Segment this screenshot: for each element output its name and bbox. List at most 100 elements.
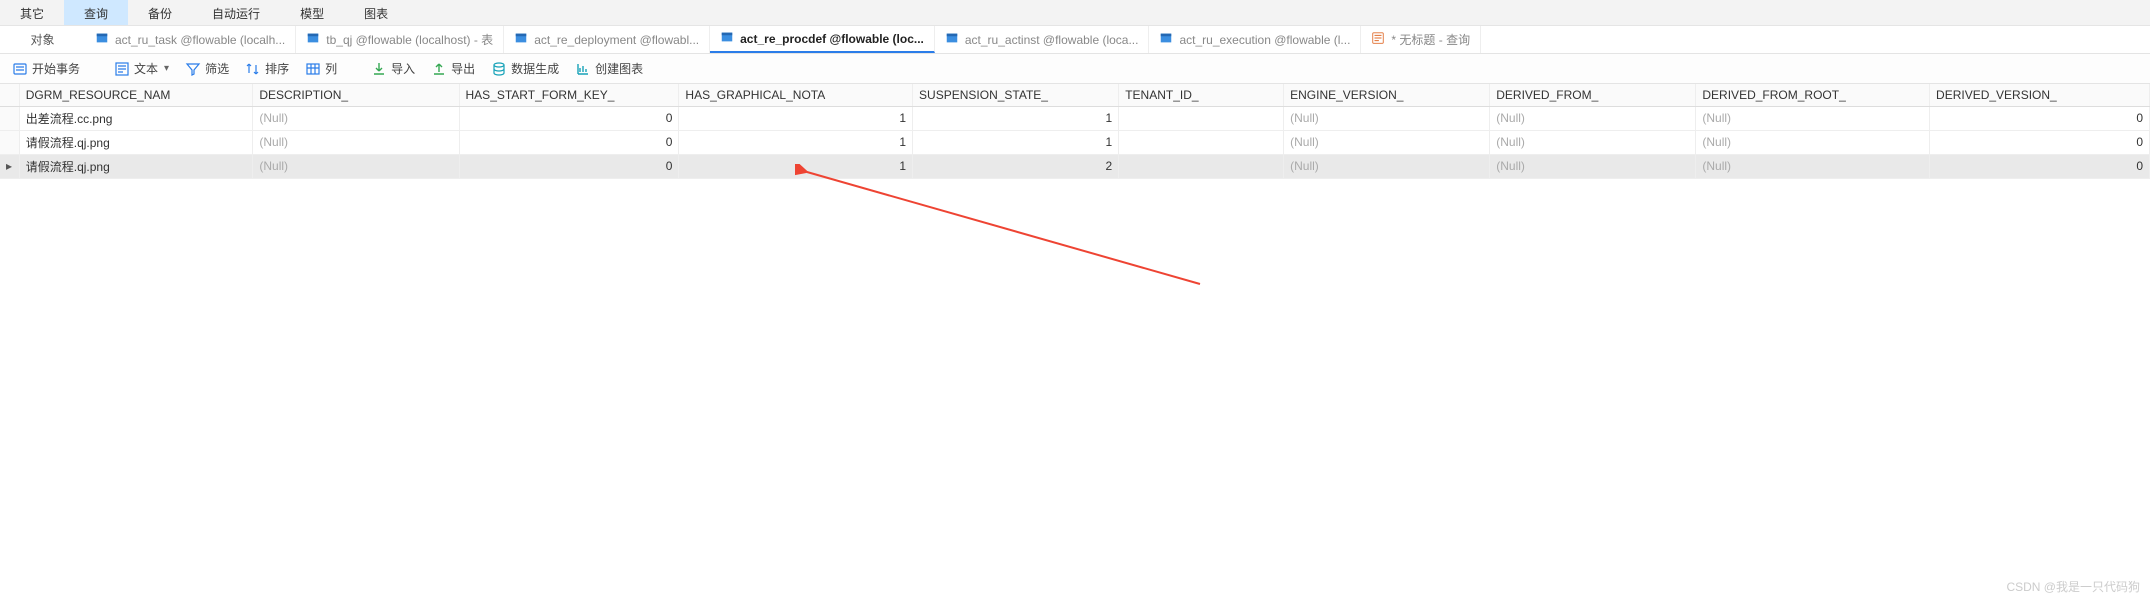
sort-button[interactable]: 排序 bbox=[241, 58, 293, 79]
text-button[interactable]: 文本 ▾ bbox=[110, 58, 173, 79]
cell[interactable]: 1 bbox=[913, 130, 1119, 154]
data-grid[interactable]: DGRM_RESOURCE_NAMDESCRIPTION_HAS_START_F… bbox=[0, 84, 2150, 179]
cell[interactable]: (Null) bbox=[253, 106, 459, 130]
import-icon bbox=[371, 61, 387, 77]
column-header[interactable]: DERIVED_VERSION_ bbox=[1930, 84, 2150, 106]
column-header[interactable]: TENANT_ID_ bbox=[1119, 84, 1284, 106]
cell[interactable]: 0 bbox=[459, 106, 679, 130]
import-label: 导入 bbox=[391, 60, 415, 77]
menu-item-4[interactable]: 模型 bbox=[280, 0, 344, 25]
cell[interactable]: (Null) bbox=[1490, 130, 1696, 154]
chevron-down-icon: ▾ bbox=[164, 63, 169, 74]
tab-5[interactable]: act_ru_execution @flowable (l... bbox=[1149, 26, 1361, 53]
begin-transaction-button[interactable]: 开始事务 bbox=[8, 58, 84, 79]
cell[interactable]: (Null) bbox=[253, 130, 459, 154]
cell[interactable]: 1 bbox=[679, 106, 913, 130]
cell[interactable]: 1 bbox=[679, 130, 913, 154]
menu-item-1[interactable]: 查询 bbox=[64, 0, 128, 25]
chart-icon bbox=[575, 61, 591, 77]
column-header[interactable]: HAS_GRAPHICAL_NOTA bbox=[679, 84, 913, 106]
cell[interactable]: 0 bbox=[459, 130, 679, 154]
table-row[interactable]: 请假流程.qj.png(Null)011(Null)(Null)(Null)0 bbox=[0, 130, 2150, 154]
cell[interactable]: 2 bbox=[913, 154, 1119, 178]
transaction-icon bbox=[12, 61, 28, 77]
cell[interactable]: 0 bbox=[1930, 154, 2150, 178]
column-header[interactable]: DERIVED_FROM_ bbox=[1490, 84, 1696, 106]
tab-4[interactable]: act_ru_actinst @flowable (loca... bbox=[935, 26, 1150, 53]
table-icon bbox=[514, 31, 528, 48]
table-row[interactable]: ▸请假流程.qj.png(Null)012(Null)(Null)(Null)0 bbox=[0, 154, 2150, 178]
tab-label: act_re_deployment @flowabl... bbox=[534, 33, 699, 47]
menu-item-5[interactable]: 图表 bbox=[344, 0, 408, 25]
cell[interactable]: (Null) bbox=[253, 154, 459, 178]
filter-button[interactable]: 筛选 bbox=[181, 58, 233, 79]
table-icon bbox=[1371, 31, 1385, 48]
sort-icon bbox=[245, 61, 261, 77]
export-label: 导出 bbox=[451, 60, 475, 77]
cell[interactable]: 0 bbox=[459, 154, 679, 178]
cell[interactable]: 0 bbox=[1930, 106, 2150, 130]
cell[interactable]: 请假流程.qj.png bbox=[19, 130, 253, 154]
cell[interactable]: 0 bbox=[1930, 130, 2150, 154]
watermark: CSDN @我是一只代码狗 bbox=[2006, 578, 2140, 595]
table-icon bbox=[945, 31, 959, 48]
text-label: 文本 bbox=[134, 60, 158, 77]
table-icon bbox=[306, 31, 320, 48]
cell[interactable]: (Null) bbox=[1696, 130, 1930, 154]
cell[interactable]: (Null) bbox=[1284, 106, 1490, 130]
tab-label: tb_qj @flowable (localhost) - 表 bbox=[326, 31, 493, 48]
create-chart-button[interactable]: 创建图表 bbox=[571, 58, 647, 79]
table-icon bbox=[720, 30, 734, 47]
cell[interactable]: 出差流程.cc.png bbox=[19, 106, 253, 130]
column-header[interactable]: DERIVED_FROM_ROOT_ bbox=[1696, 84, 1930, 106]
columns-button[interactable]: 列 bbox=[301, 58, 341, 79]
cell[interactable]: (Null) bbox=[1490, 106, 1696, 130]
toolbar: 开始事务 文本 ▾ 筛选 排序 列 导入 导出 数据生成 创建图表 bbox=[0, 54, 2150, 84]
cell[interactable] bbox=[1119, 130, 1284, 154]
columns-icon bbox=[305, 61, 321, 77]
tab-label: act_ru_execution @flowable (l... bbox=[1179, 33, 1350, 47]
cell[interactable]: 请假流程.qj.png bbox=[19, 154, 253, 178]
column-header[interactable]: DGRM_RESOURCE_NAM bbox=[19, 84, 253, 106]
data-gen-button[interactable]: 数据生成 bbox=[487, 58, 563, 79]
column-header[interactable]: ENGINE_VERSION_ bbox=[1284, 84, 1490, 106]
row-header-blank bbox=[0, 84, 19, 106]
filter-label: 筛选 bbox=[205, 60, 229, 77]
cell[interactable]: (Null) bbox=[1284, 154, 1490, 178]
table-icon bbox=[95, 31, 109, 48]
cell[interactable] bbox=[1119, 154, 1284, 178]
create-chart-label: 创建图表 bbox=[595, 60, 643, 77]
cell[interactable]: (Null) bbox=[1490, 154, 1696, 178]
menu-item-3[interactable]: 自动运行 bbox=[192, 0, 280, 25]
tab-2[interactable]: act_re_deployment @flowabl... bbox=[504, 26, 710, 53]
cell[interactable]: 1 bbox=[679, 154, 913, 178]
import-button[interactable]: 导入 bbox=[367, 58, 419, 79]
column-header[interactable]: DESCRIPTION_ bbox=[253, 84, 459, 106]
tab-label: act_ru_task @flowable (localh... bbox=[115, 33, 285, 47]
cell[interactable]: (Null) bbox=[1696, 106, 1930, 130]
annotation-arrow bbox=[795, 164, 1215, 294]
cell[interactable]: (Null) bbox=[1696, 154, 1930, 178]
menu-bar: 其它查询备份自动运行模型图表 bbox=[0, 0, 2150, 26]
table-row[interactable]: 出差流程.cc.png(Null)011(Null)(Null)(Null)0 bbox=[0, 106, 2150, 130]
cell[interactable]: 1 bbox=[913, 106, 1119, 130]
tab-0[interactable]: act_ru_task @flowable (localh... bbox=[85, 26, 296, 53]
cell[interactable] bbox=[1119, 106, 1284, 130]
cell[interactable]: (Null) bbox=[1284, 130, 1490, 154]
column-header[interactable]: HAS_START_FORM_KEY_ bbox=[459, 84, 679, 106]
menu-item-2[interactable]: 备份 bbox=[128, 0, 192, 25]
tab-strip: 对象 act_ru_task @flowable (localh... tb_qj… bbox=[0, 26, 2150, 54]
tab-6[interactable]: * 无标题 - 查询 bbox=[1361, 26, 1481, 53]
data-gen-label: 数据生成 bbox=[511, 60, 559, 77]
text-icon bbox=[114, 61, 130, 77]
column-header[interactable]: SUSPENSION_STATE_ bbox=[913, 84, 1119, 106]
tab-label: act_re_procdef @flowable (loc... bbox=[740, 32, 924, 46]
table-icon bbox=[1159, 31, 1173, 48]
row-marker bbox=[0, 130, 19, 154]
export-button[interactable]: 导出 bbox=[427, 58, 479, 79]
object-panel-label[interactable]: 对象 bbox=[0, 26, 85, 53]
row-marker: ▸ bbox=[0, 154, 19, 178]
menu-item-0[interactable]: 其它 bbox=[0, 0, 64, 25]
tab-3[interactable]: act_re_procdef @flowable (loc... bbox=[710, 26, 935, 53]
tab-1[interactable]: tb_qj @flowable (localhost) - 表 bbox=[296, 26, 504, 53]
